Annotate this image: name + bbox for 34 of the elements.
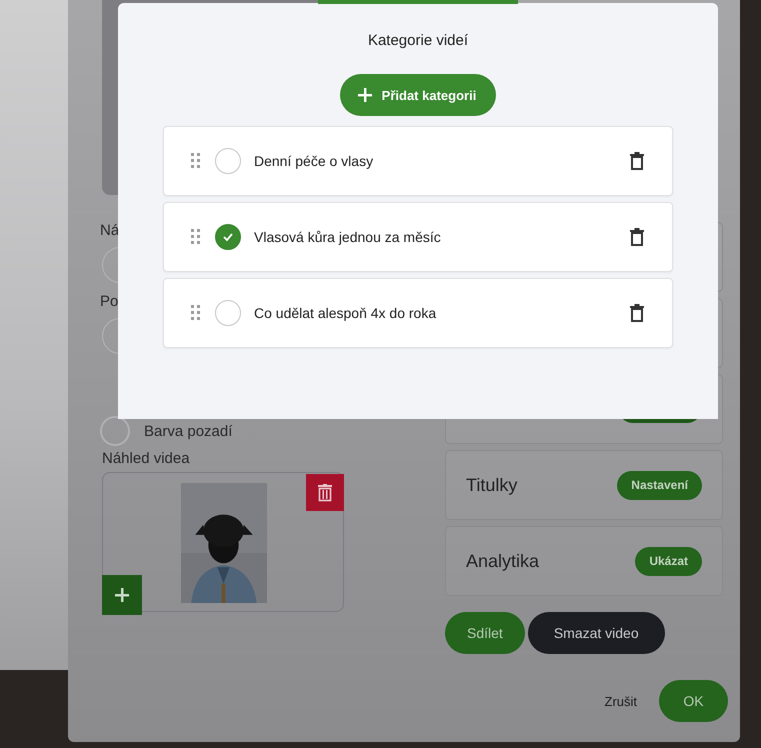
field-label: Po (100, 293, 118, 310)
drag-handle-icon[interactable] (191, 153, 201, 169)
trash-icon[interactable] (630, 152, 644, 170)
card-button[interactable]: Nastavení (617, 470, 702, 500)
action-button[interactable]: Sdílet (445, 612, 525, 654)
plus-icon (358, 88, 372, 102)
card-title: Titulky (466, 474, 518, 496)
check-circle[interactable] (215, 300, 241, 326)
drag-handle-icon[interactable] (191, 305, 201, 321)
category-item[interactable]: Co udělat alespoň 4x do roka (163, 278, 673, 348)
trash-icon[interactable] (630, 228, 644, 246)
ok-button[interactable]: OK (659, 680, 728, 722)
drag-handle-icon[interactable] (191, 229, 201, 245)
check-circle[interactable] (215, 224, 241, 250)
category-name: Co udělat alespoň 4x do roka (254, 305, 438, 321)
section-label: Náhled videa (102, 450, 190, 467)
category-name: Vlasová kůra jednou za měsíc (254, 229, 442, 245)
cancel-button[interactable]: Zrušit (602, 694, 639, 708)
category-item[interactable]: Denní péče o vlasy (163, 126, 673, 196)
check-circle[interactable] (215, 148, 241, 174)
category-name: Denní péče o vlasy (254, 153, 374, 169)
category-item[interactable]: Vlasová kůra jednou za měsíc (163, 202, 673, 272)
plus-icon (114, 587, 130, 603)
add-button[interactable] (102, 575, 142, 615)
modal-title: Kategorie videí (366, 32, 470, 49)
card-button[interactable]: Ukázat (635, 546, 702, 576)
trash-icon[interactable] (630, 304, 644, 322)
radio-label: Barva pozadí (144, 422, 232, 440)
card-title: Analytika (466, 550, 540, 572)
delete-button[interactable] (306, 474, 344, 511)
add-category-button[interactable]: Přidat kategorii (340, 74, 496, 116)
action-button[interactable]: Smazat video (528, 612, 665, 654)
trash-icon (318, 484, 332, 502)
field-label: Ná (100, 222, 120, 239)
